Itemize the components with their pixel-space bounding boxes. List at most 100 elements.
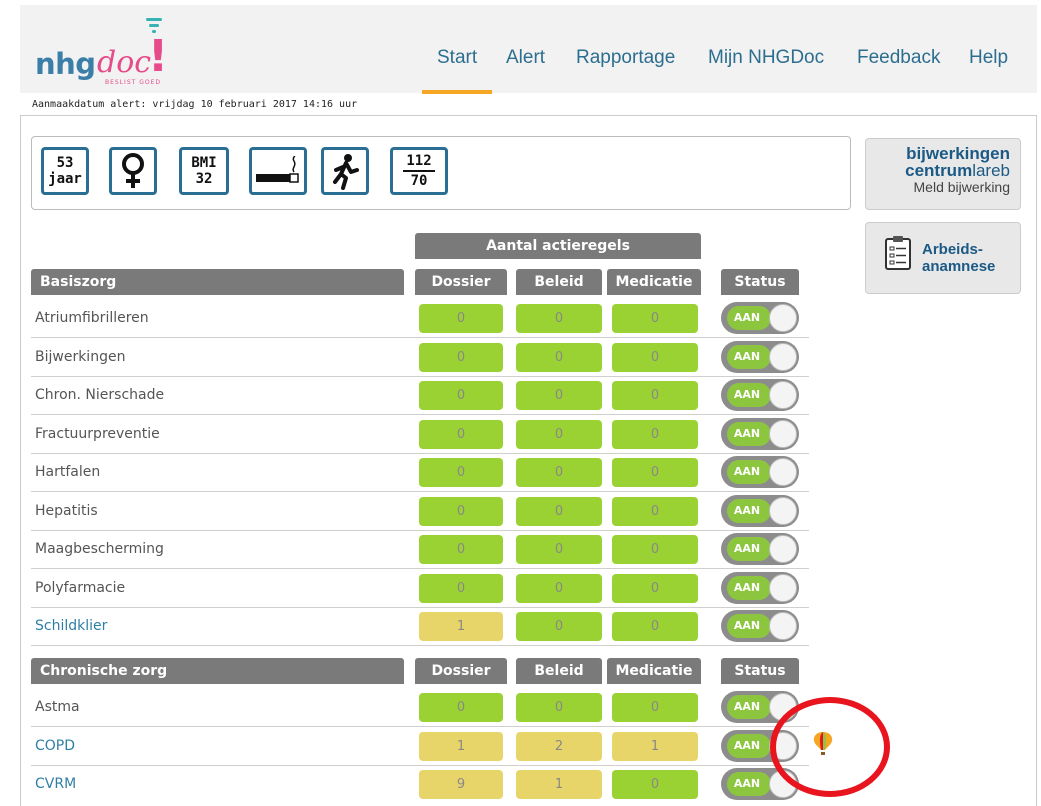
beleid-count-maagbescherming[interactable]: 0 [516,535,602,564]
toggle-on-label: AAN [727,498,771,523]
female-icon [109,147,157,195]
beleid-count-polyfarmacie[interactable]: 0 [516,573,602,603]
medicatie-count-hepatitis[interactable]: 0 [612,496,698,526]
dossier-count-hepatitis[interactable]: 0 [419,496,503,526]
smoking-icon [249,147,307,195]
dossier-count-astma[interactable]: 0 [419,693,503,722]
beleid-count-hartfalen[interactable]: 0 [516,458,602,487]
dossier-count-cvrm[interactable]: 9 [419,770,503,799]
toggle-on-label: AAN [727,614,771,638]
lareb-title: bijwerkingen [906,144,1010,163]
medicatie-count-polyfarmacie[interactable]: 0 [612,573,698,603]
logo-exclamation: ! [148,31,169,82]
frame-right-border [1036,116,1037,806]
arbeids-text: Arbeids- [922,241,983,258]
medicatie-count-copd[interactable]: 1 [612,731,698,761]
beleid-count-atriumfibrilleren[interactable]: 0 [516,304,602,333]
nav-feedback[interactable]: Feedback [857,47,940,69]
toggle-knob [769,458,797,486]
running-icon [321,147,369,195]
toggle-on-label: AAN [727,772,771,796]
row-divider [31,414,809,415]
status-toggle-bijwerkingen[interactable]: AAN [721,340,799,373]
row-label-schildklier[interactable]: Schildklier [35,618,107,634]
status-toggle-polyfarmacie[interactable]: AAN [721,571,799,604]
status-toggle-schildklier[interactable]: AAN [721,610,799,642]
clipboard-icon [885,236,911,270]
status-toggle-fractuurpreventie[interactable]: AAN [721,417,799,450]
nav-help[interactable]: Help [969,47,1008,69]
dossier-count-schildklier[interactable]: 1 [419,612,503,641]
beleid-count-copd[interactable]: 2 [516,731,602,761]
row-label-astma: Astma [35,699,80,715]
status-toggle-hepatitis[interactable]: AAN [721,494,799,527]
arbeidsanamnese-button[interactable]: Arbeids- anamnese [865,222,1021,294]
col-header-dossier: Dossier [415,269,507,295]
status-toggle-maagbescherming[interactable]: AAN [721,533,799,565]
row-label-chron-nierschade: Chron. Nierschade [35,387,165,403]
row-divider [31,337,809,338]
beleid-count-cvrm[interactable]: 1 [516,770,602,799]
nav-rapportage[interactable]: Rapportage [576,47,675,69]
medicatie-count-bijwerkingen[interactable]: 0 [612,342,698,372]
nav-mijn-nhgdoc[interactable]: Mijn NHGDoc [708,47,824,69]
col-header-medicatie: Medicatie [607,269,701,295]
dossier-count-maagbescherming[interactable]: 0 [419,535,503,564]
meld-bijwerking-label: Meld bijwerking [913,179,1010,195]
bmi-badge: BMI 32 [179,147,229,195]
beleid-count-chron-nierschade[interactable]: 0 [516,381,602,410]
bmi-label: BMI [191,155,217,171]
row-divider [31,726,809,727]
dossier-count-copd[interactable]: 1 [419,731,503,761]
medicatie-count-hartfalen[interactable]: 0 [612,458,698,487]
nav-alert[interactable]: Alert [506,47,545,69]
alert-created-date: Aanmaakdatum alert: vrijdag 10 februari … [32,99,358,110]
toggle-on-label: AAN [727,383,771,407]
patient-summary: 53 jaar BMI 32 112 70 [31,136,851,210]
toggle-on-label: AAN [727,695,771,719]
annotation-circle [770,697,890,797]
dossier-count-fractuurpreventie[interactable]: 0 [419,419,503,449]
dossier-count-hartfalen[interactable]: 0 [419,458,503,487]
row-label-cvrm[interactable]: CVRM [35,776,76,792]
dossier-count-atriumfibrilleren[interactable]: 0 [419,304,503,333]
beleid-count-astma[interactable]: 0 [516,693,602,722]
status-toggle-chron-nierschade[interactable]: AAN [721,379,799,411]
row-divider [31,568,809,569]
row-label-fractuurpreventie: Fractuurpreventie [35,425,160,442]
status-toggle-atriumfibrilleren[interactable]: AAN [721,302,799,334]
medicatie-count-cvrm[interactable]: 0 [612,770,698,799]
bp-divider [403,170,435,172]
dossier-count-chron-nierschade[interactable]: 0 [419,381,503,410]
status-toggle-hartfalen[interactable]: AAN [721,456,799,488]
blood-pressure-badge: 112 70 [390,147,448,195]
lareb-subtitle: centrumlareb [866,162,1010,179]
medicatie-count-atriumfibrilleren[interactable]: 0 [612,304,698,333]
beleid-count-schildklier[interactable]: 0 [516,612,602,641]
toggle-knob [769,342,797,371]
nav-start[interactable]: Start [437,47,477,69]
dossier-count-polyfarmacie[interactable]: 0 [419,573,503,603]
toggle-knob [769,381,797,409]
row-label-copd[interactable]: COPD [35,738,75,754]
row-divider [31,452,809,454]
row-label-hepatitis: Hepatitis [35,502,98,519]
toggle-knob [769,496,797,525]
medicatie-count-fractuurpreventie[interactable]: 0 [612,419,698,449]
medicatie-count-chron-nierschade[interactable]: 0 [612,381,698,410]
row-divider [31,529,809,531]
medicatie-count-schildklier[interactable]: 0 [612,612,698,641]
bijwerkingen-centrum-lareb-button[interactable]: bijwerkingen centrumlareb Meld bijwerkin… [865,138,1021,210]
toggle-on-label: AAN [727,421,771,446]
dossier-count-bijwerkingen[interactable]: 0 [419,342,503,372]
row-divider [31,764,809,766]
bmi-value: 32 [195,171,213,187]
beleid-count-fractuurpreventie[interactable]: 0 [516,419,602,449]
beleid-count-hepatitis[interactable]: 0 [516,496,602,526]
medicatie-count-maagbescherming[interactable]: 0 [612,535,698,564]
row-label-maagbescherming: Maagbescherming [35,541,164,557]
medicatie-count-astma[interactable]: 0 [612,693,698,722]
nhgdoc-logo[interactable]: nhg doc ! BESLIST GOED [35,18,169,86]
toggle-on-label: AAN [727,306,771,330]
beleid-count-bijwerkingen[interactable]: 0 [516,342,602,372]
